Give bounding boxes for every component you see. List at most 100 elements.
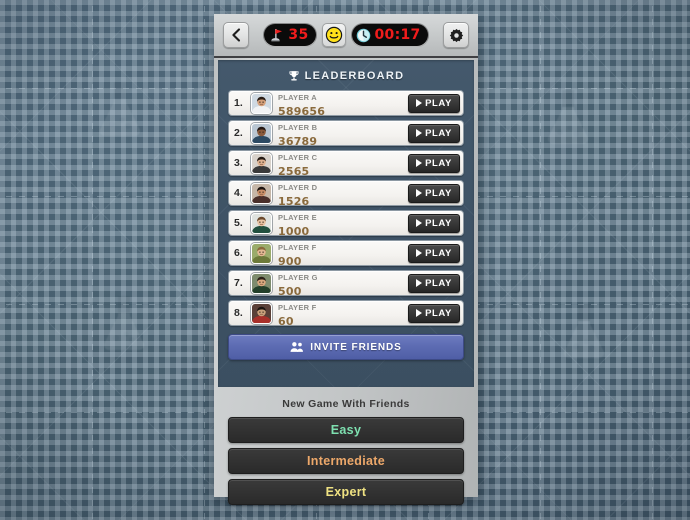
play-triangle-icon <box>416 129 423 137</box>
play-button[interactable]: PLAY <box>408 273 460 293</box>
invite-friends-label: INVITE FRIENDS <box>310 341 402 353</box>
player-info: PLAYER A 589656 <box>276 91 404 116</box>
avatar <box>251 182 272 204</box>
leaderboard-header: LEADERBOARD <box>218 60 474 90</box>
play-triangle-icon <box>416 159 423 167</box>
smiley-button[interactable] <box>321 23 346 47</box>
play-triangle-icon <box>416 249 423 257</box>
play-button-label: PLAY <box>425 307 452 319</box>
play-button-label: PLAY <box>425 217 452 229</box>
play-button-label: PLAY <box>425 157 452 169</box>
timer-value: 00:17 <box>374 27 421 43</box>
play-button[interactable]: PLAY <box>408 183 460 203</box>
leaderboard-rows: 1. PLAYER A 589656 PLAY 2. PLAYER B 36789 PLAY 3… <box>218 90 474 326</box>
row-rank: 1. <box>234 97 243 109</box>
chevron-left-icon <box>231 28 240 42</box>
row-rank: 5. <box>234 217 243 229</box>
play-triangle-icon <box>416 219 423 227</box>
row-rank: 7. <box>234 277 243 289</box>
player-info: PLAYER C 2565 <box>276 151 404 176</box>
leaderboard-title-text: LEADERBOARD <box>304 70 405 82</box>
player-score: 36789 <box>278 135 318 146</box>
row-rank: 6. <box>234 247 243 259</box>
invite-friends-button[interactable]: INVITE FRIENDS <box>228 334 464 360</box>
difficulty-button-intermediate[interactable]: Intermediate <box>228 448 464 474</box>
player-name: PLAYER C <box>278 153 318 163</box>
new-game-label: New Game With Friends <box>282 398 410 410</box>
play-button[interactable]: PLAY <box>408 243 460 263</box>
play-button[interactable]: PLAY <box>408 153 460 173</box>
leaderboard-row[interactable]: 3. PLAYER C 2565 PLAY <box>228 150 464 176</box>
red-flag-icon <box>271 29 283 42</box>
play-button-label: PLAY <box>425 187 452 199</box>
trophy-icon <box>289 71 299 81</box>
player-score: 2565 <box>278 165 310 176</box>
play-button-label: PLAY <box>425 247 452 259</box>
player-info: PLAYER G 500 <box>276 271 404 296</box>
avatar <box>251 302 272 324</box>
leaderboard-row[interactable]: 1. PLAYER A 589656 PLAY <box>228 90 464 116</box>
leaderboard-row[interactable]: 5. PLAYER E 1000 PLAY <box>228 210 464 236</box>
player-name: PLAYER A <box>278 93 317 103</box>
flag-count: 35 <box>288 27 309 43</box>
settings-button[interactable] <box>443 22 470 48</box>
smiley-face-icon <box>325 26 342 44</box>
player-name: PLAYER F <box>278 303 317 313</box>
player-score: 500 <box>278 285 302 296</box>
player-score: 589656 <box>278 105 326 116</box>
row-rank: 3. <box>234 157 243 169</box>
player-score: 1526 <box>278 195 310 206</box>
difficulty-label: Easy <box>330 423 362 437</box>
difficulty-label: Expert <box>325 485 367 499</box>
play-button[interactable]: PLAY <box>408 303 460 323</box>
difficulty-label: Intermediate <box>307 454 385 468</box>
play-button-label: PLAY <box>425 277 452 289</box>
avatar <box>251 92 272 114</box>
leaderboard-row[interactable]: 6. PLAYER F 900 PLAY <box>228 240 464 266</box>
game-window: 35 00:17 LEADERBOARD 1. PLAYER A 589656 … <box>214 14 478 505</box>
play-button[interactable]: PLAY <box>408 213 460 233</box>
row-rank: 2. <box>234 127 243 139</box>
people-icon <box>290 342 304 352</box>
leaderboard-row[interactable]: 8. PLAYER F 60 PLAY <box>228 300 464 326</box>
player-info: PLAYER F 60 <box>276 301 404 326</box>
player-info: PLAYER F 900 <box>276 241 404 266</box>
avatar <box>251 242 272 264</box>
player-score: 1000 <box>278 225 310 236</box>
clock-icon <box>356 28 370 42</box>
difficulty-buttons: Easy Intermediate Expert <box>228 417 464 505</box>
play-button[interactable]: PLAY <box>408 93 460 113</box>
player-info: PLAYER D 1526 <box>276 181 404 206</box>
play-triangle-icon <box>416 189 423 197</box>
row-rank: 4. <box>234 187 243 199</box>
player-score: 60 <box>278 315 294 326</box>
player-info: PLAYER E 1000 <box>276 211 404 236</box>
new-game-section: New Game With Friends Easy Intermediate Ex… <box>214 387 478 505</box>
player-name: PLAYER F <box>278 243 317 253</box>
player-name: PLAYER B <box>278 123 318 133</box>
play-triangle-icon <box>416 99 423 107</box>
play-button-label: PLAY <box>425 127 452 139</box>
player-score: 900 <box>278 255 302 266</box>
leaderboard-panel: LEADERBOARD 1. PLAYER A 589656 PLAY 2. PLAYER… <box>218 60 474 387</box>
player-name: PLAYER E <box>278 213 317 223</box>
player-name: PLAYER D <box>278 183 318 193</box>
avatar <box>251 272 272 294</box>
play-button-label: PLAY <box>425 97 452 109</box>
player-info: PLAYER B 36789 <box>276 121 404 146</box>
play-triangle-icon <box>416 309 423 317</box>
timer-display: 00:17 <box>351 24 428 46</box>
play-triangle-icon <box>416 279 423 287</box>
leaderboard-row[interactable]: 2. PLAYER B 36789 PLAY <box>228 120 464 146</box>
avatar <box>251 152 272 174</box>
back-button[interactable] <box>223 22 249 48</box>
difficulty-button-easy[interactable]: Easy <box>228 417 464 443</box>
leaderboard-row[interactable]: 7. PLAYER G 500 PLAY <box>228 270 464 296</box>
top-toolbar: 35 00:17 <box>214 14 478 58</box>
leaderboard-row[interactable]: 4. PLAYER D 1526 PLAY <box>228 180 464 206</box>
gear-icon <box>449 28 463 42</box>
play-button[interactable]: PLAY <box>408 123 460 143</box>
avatar <box>251 122 272 144</box>
difficulty-button-expert[interactable]: Expert <box>228 479 464 505</box>
row-rank: 8. <box>234 307 243 319</box>
